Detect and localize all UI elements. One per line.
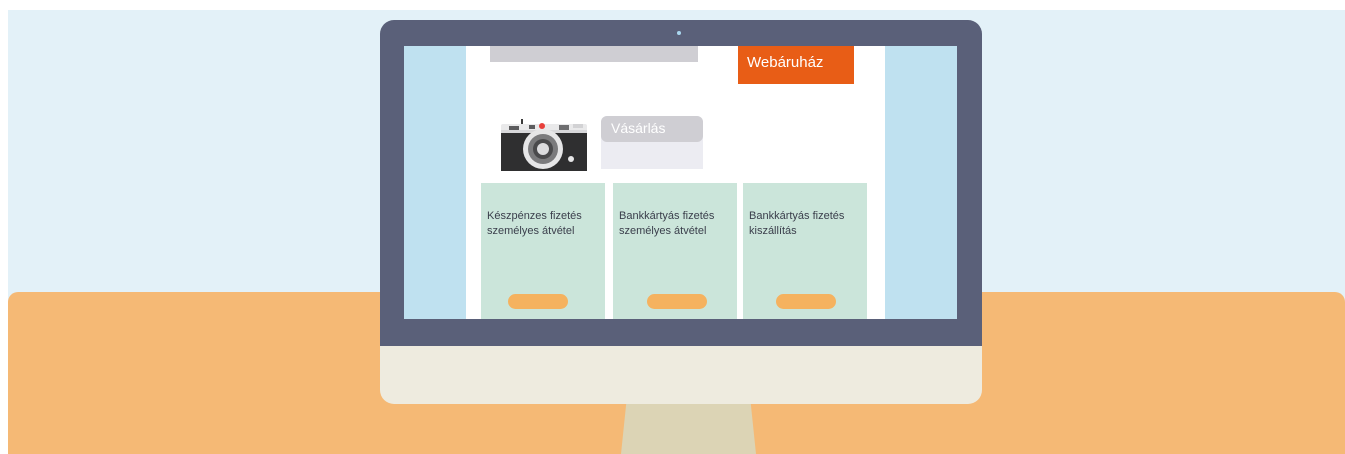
camera-icon <box>501 119 587 171</box>
purchase-panel: Vásárlás <box>601 116 703 169</box>
payment-option-card[interactable]: Készpénzes fizetés személyes átvétel <box>481 183 605 319</box>
payment-option-card[interactable]: Bankkártyás fizetés kiszállítás <box>743 183 867 319</box>
select-option-button[interactable] <box>508 294 568 309</box>
select-option-button[interactable] <box>776 294 836 309</box>
webcam-dot <box>677 31 681 35</box>
payment-option-label: Bankkártyás fizetés kiszállítás <box>749 210 845 237</box>
monitor-screen: Webáruház Vásárlás Készpénzes fizetés sz… <box>404 46 957 319</box>
payment-option-card[interactable]: Bankkártyás fizetés személyes átvétel <box>613 183 737 319</box>
monitor-chin <box>380 346 982 404</box>
web-page: Webáruház Vásárlás Készpénzes fizetés sz… <box>466 46 885 319</box>
purchase-tab[interactable]: Vásárlás <box>601 116 703 142</box>
monitor-stand <box>621 402 756 454</box>
payment-option-label: Készpénzes fizetés személyes átvétel <box>487 210 582 237</box>
webshop-button[interactable]: Webáruház <box>738 46 854 84</box>
payment-option-label: Bankkártyás fizetés személyes átvétel <box>619 210 715 237</box>
header-placeholder-bar <box>490 46 698 62</box>
monitor: Webáruház Vásárlás Készpénzes fizetés sz… <box>380 20 982 346</box>
illustration-background: Webáruház Vásárlás Készpénzes fizetés sz… <box>8 10 1345 454</box>
select-option-button[interactable] <box>647 294 707 309</box>
